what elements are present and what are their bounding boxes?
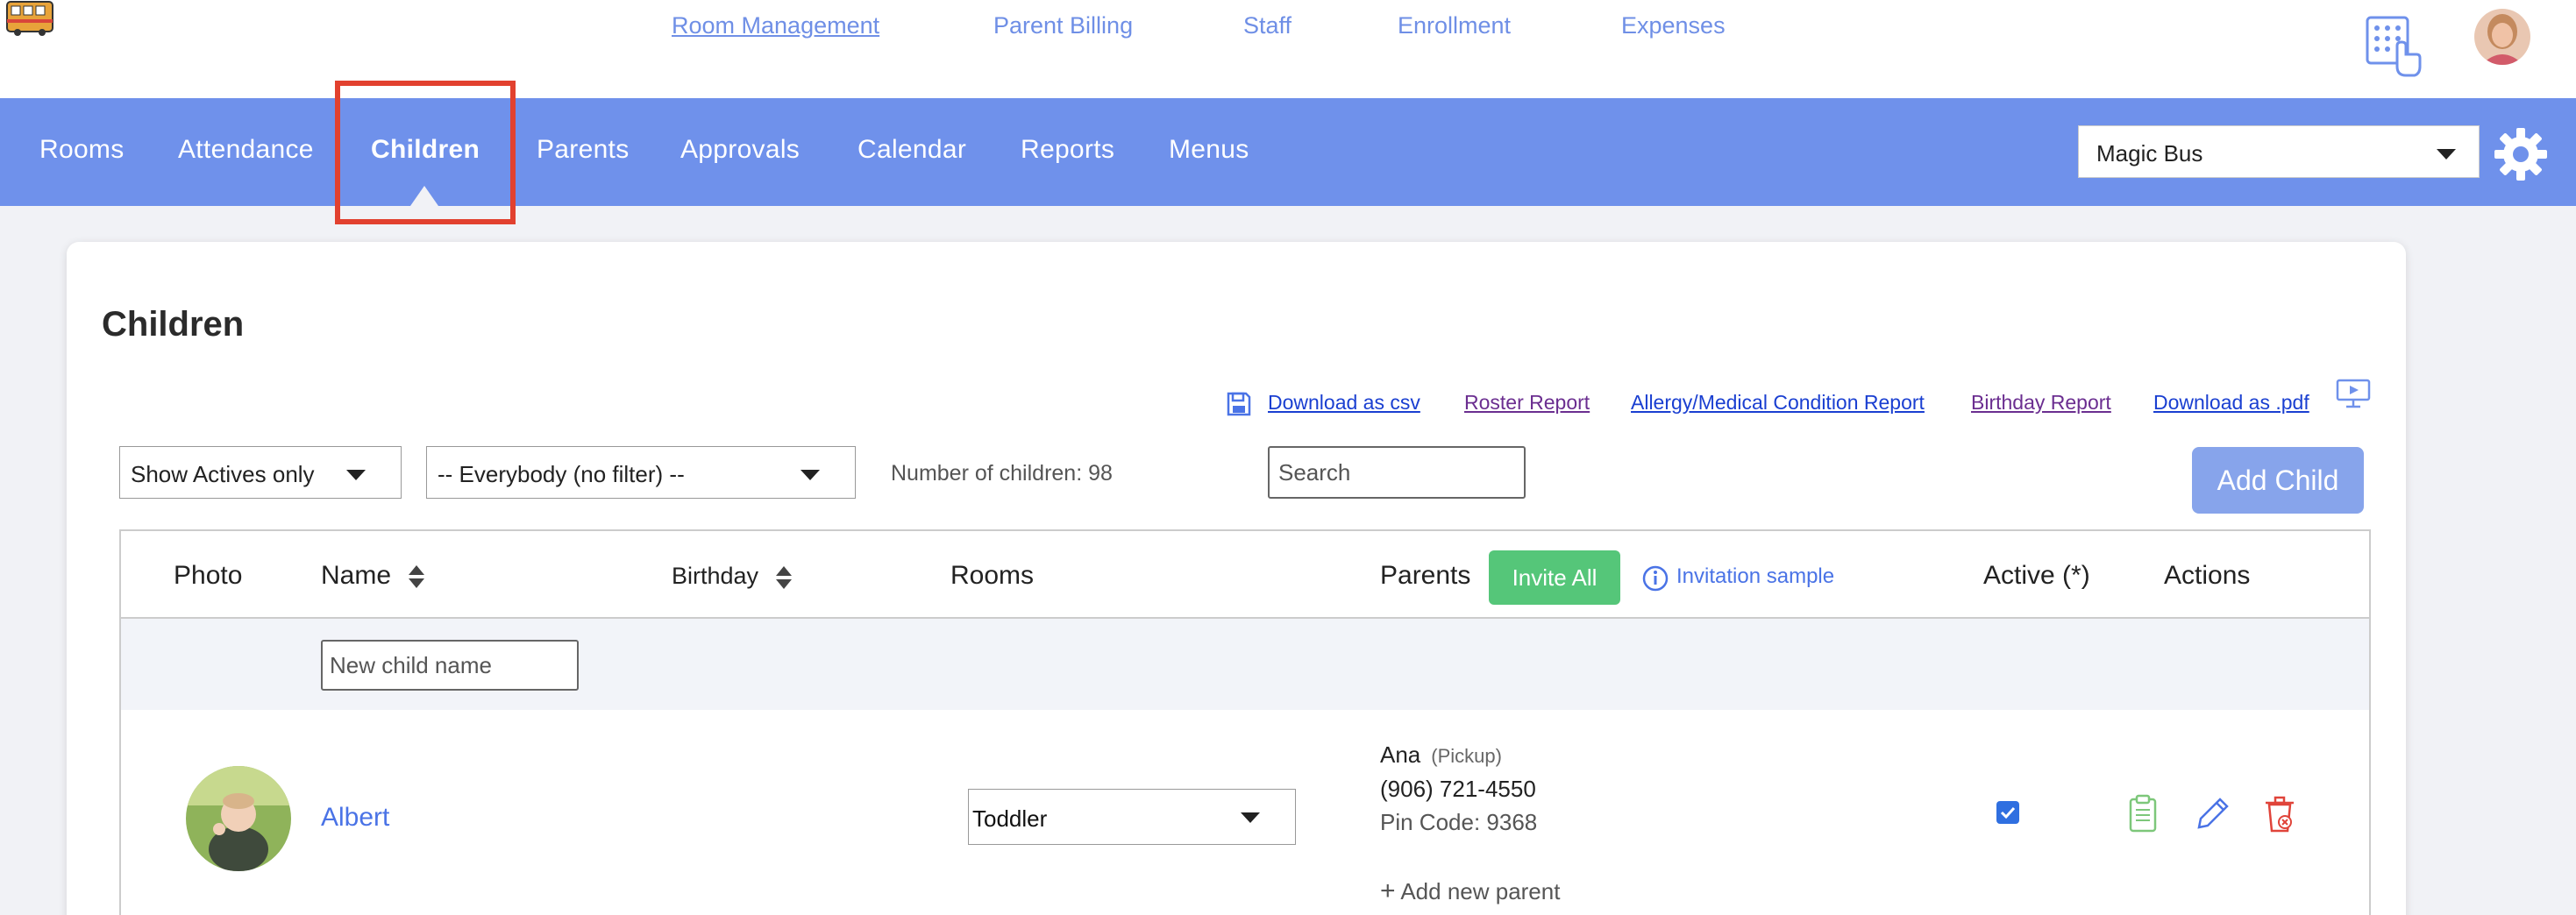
header-name-label: Name <box>321 561 392 590</box>
parent-pin: Pin Code: 9368 <box>1380 809 1538 835</box>
room-select-value: Toddler <box>972 805 1048 832</box>
chevron-down-icon <box>801 470 820 480</box>
plus-icon: + <box>1380 876 1396 905</box>
new-child-name-input[interactable] <box>321 640 579 691</box>
presentation-screen-icon[interactable] <box>2336 378 2371 409</box>
add-child-button[interactable]: Add Child <box>2192 447 2364 514</box>
header-parents: Parents <box>1380 561 1471 590</box>
add-parent-link[interactable]: + Add new parent <box>1380 876 1560 906</box>
invitation-sample-link[interactable]: Invitation sample <box>1676 564 1834 589</box>
new-child-row <box>121 619 2369 710</box>
birthday-report-link[interactable]: Birthday Report <box>1971 391 2111 415</box>
top-link-expenses[interactable]: Expenses <box>1621 12 1726 39</box>
sort-icon[interactable] <box>774 564 793 591</box>
gear-icon[interactable] <box>2493 126 2549 182</box>
pencil-icon[interactable] <box>2192 794 2231 834</box>
header-birthday[interactable]: Birthday <box>672 563 793 591</box>
header-name[interactable]: Name <box>321 561 426 591</box>
active-checkbox[interactable] <box>1996 801 2019 824</box>
school-select-value: Magic Bus <box>2096 140 2203 167</box>
chevron-down-icon <box>1241 812 1260 823</box>
nav-parents[interactable]: Parents <box>537 135 630 165</box>
children-card: Children Download as csv Roster Report A… <box>67 242 2406 915</box>
child-photo[interactable] <box>186 766 291 871</box>
chevron-down-icon <box>346 470 366 480</box>
table-header: Photo Name Birthday Rooms Parents Invite… <box>121 531 2369 619</box>
child-name-link[interactable]: Albert <box>321 803 389 833</box>
invite-all-button[interactable]: Invite All <box>1489 550 1620 605</box>
header-photo: Photo <box>174 561 243 590</box>
chevron-down-icon <box>2437 149 2456 160</box>
status-filter-value: Show Actives only <box>131 461 315 487</box>
highlight-box <box>335 81 516 224</box>
trash-icon[interactable] <box>2260 794 2299 834</box>
room-select[interactable]: Toddler <box>968 789 1296 845</box>
save-icon <box>1227 392 1251 416</box>
parent-phone: (906) 721-4550 <box>1380 776 1536 802</box>
header-birthday-label: Birthday <box>672 563 759 589</box>
info-icon[interactable] <box>1641 564 1669 592</box>
top-link-enrollment[interactable]: Enrollment <box>1398 12 1511 39</box>
parent-role: (Pickup) <box>1431 745 1502 767</box>
children-count: Number of children: 98 <box>891 461 1113 486</box>
nav-approvals[interactable]: Approvals <box>680 135 800 165</box>
table-row: Albert Toddler Ana (Pickup) (906) 721-455… <box>121 710 2369 915</box>
nav-menus[interactable]: Menus <box>1169 135 1249 165</box>
sort-icon[interactable] <box>407 564 426 590</box>
nav-attendance[interactable]: Attendance <box>178 135 314 165</box>
header-active: Active (*) <box>1983 561 2090 590</box>
group-filter-select[interactable]: -- Everybody (no filter) -- <box>426 446 856 499</box>
download-pdf-link[interactable]: Download as .pdf <box>2153 391 2309 415</box>
school-select[interactable]: Magic Bus <box>2078 125 2480 178</box>
nav-reports[interactable]: Reports <box>1021 135 1114 165</box>
header-actions: Actions <box>2164 561 2251 590</box>
header-rooms: Rooms <box>950 561 1035 590</box>
add-parent-label: Add new parent <box>1400 878 1561 904</box>
nav-rooms[interactable]: Rooms <box>39 135 125 165</box>
page: Room Management Parent Billing Staff Enr… <box>0 0 2576 915</box>
nav-calendar[interactable]: Calendar <box>857 135 966 165</box>
top-link-staff[interactable]: Staff <box>1243 12 1292 39</box>
user-avatar[interactable] <box>2474 9 2530 65</box>
page-title: Children <box>102 305 245 344</box>
clipboard-icon[interactable] <box>2124 794 2162 834</box>
roster-report-link[interactable]: Roster Report <box>1464 391 1590 415</box>
allergy-report-link[interactable]: Allergy/Medical Condition Report <box>1631 391 1925 415</box>
bus-logo-icon[interactable] <box>5 0 54 37</box>
download-csv-link[interactable]: Download as csv <box>1268 391 1420 415</box>
children-table: Photo Name Birthday Rooms Parents Invite… <box>119 529 2371 915</box>
top-link-parent-billing[interactable]: Parent Billing <box>993 12 1133 39</box>
kiosk-keypad-icon[interactable] <box>2364 16 2423 79</box>
status-filter-select[interactable]: Show Actives only <box>119 446 402 499</box>
top-link-room-management[interactable]: Room Management <box>672 12 879 39</box>
parent-name[interactable]: Ana <box>1380 741 1420 768</box>
search-input[interactable] <box>1268 446 1526 499</box>
parent-entry: Ana (Pickup) <box>1380 741 1502 769</box>
group-filter-value: -- Everybody (no filter) -- <box>438 461 685 487</box>
